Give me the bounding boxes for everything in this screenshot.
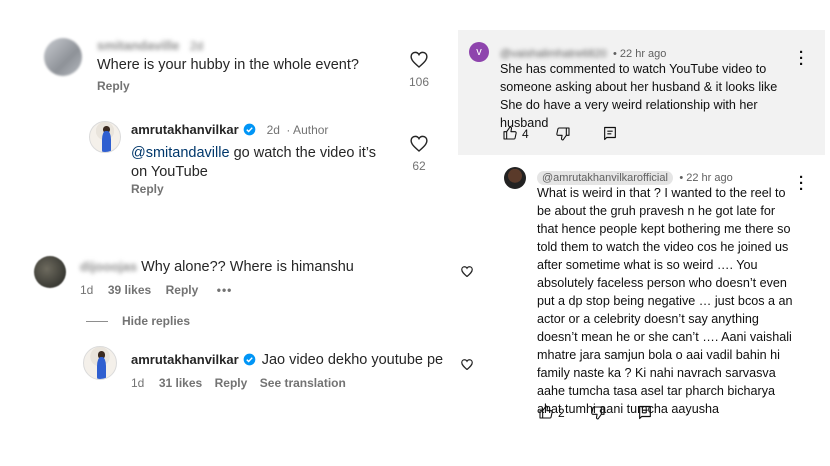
hide-replies-button[interactable]: Hide replies [122, 314, 190, 328]
reply-time: • 22 hr ago [679, 172, 733, 184]
reply-header: amrutakhanvilkar 2d · Author [131, 121, 328, 139]
like-heart-icon[interactable] [410, 51, 428, 73]
like-count: 31 likes [158, 376, 203, 390]
avatar[interactable]: v [469, 42, 489, 62]
like-count: 62 [412, 159, 426, 173]
reply-comment-icon[interactable] [637, 404, 653, 426]
reply-text: What is weird in that ? I wanted to the … [537, 186, 793, 416]
like-thumb-icon[interactable] [502, 125, 518, 146]
like-heart-icon[interactable] [410, 135, 428, 157]
verified-badge-icon [243, 123, 256, 136]
reply-meta: 1d 31 likes Reply See translation [131, 374, 346, 392]
comment-username[interactable]: smitandaville [97, 38, 179, 53]
comment-text: Where is your hubby in the whole event? [97, 57, 359, 73]
more-options-icon[interactable]: ••• [217, 283, 233, 297]
reply-handle[interactable]: @amrutakhanvilkarofficial [537, 171, 673, 185]
comment-username[interactable]: dijooojas [80, 259, 137, 274]
reply-username[interactable]: amrutakhanvilkar [131, 352, 239, 367]
see-translation-button[interactable]: See translation [260, 376, 346, 390]
like-count: 2 [558, 406, 565, 420]
hide-replies-line [86, 321, 108, 322]
more-options-icon[interactable]: · · · [799, 170, 804, 197]
reply-text: amrutakhanvilkar Jao video dekho youtube… [131, 350, 451, 370]
avatar[interactable] [34, 256, 66, 288]
reply-comment-icon[interactable] [602, 125, 618, 147]
reply-time: 2d [266, 123, 280, 137]
comment-time: 1d [80, 283, 94, 297]
like-count: 4 [522, 127, 529, 141]
comment-header: smitandaville 2d [97, 37, 203, 55]
verified-badge-icon [243, 353, 256, 366]
reply-button[interactable]: Reply [166, 283, 199, 297]
avatar[interactable] [44, 38, 82, 76]
reply-username[interactable]: amrutakhanvilkar [131, 122, 239, 137]
reply-time: 1d [131, 376, 145, 390]
like-count: 39 likes [107, 283, 152, 297]
like-thumb-icon[interactable] [538, 404, 554, 425]
comment-text: She has commented to watch YouTube video… [500, 62, 778, 130]
like-heart-icon[interactable] [461, 264, 473, 282]
mention-link[interactable]: @smitandaville [131, 145, 230, 161]
comment-time: 2d [189, 39, 204, 53]
reply-text: @smitandaville go watch the video it’s o… [131, 144, 396, 182]
dislike-thumb-icon[interactable] [555, 126, 571, 147]
comment-handle[interactable]: @vaishalimhatre6820 [500, 48, 607, 60]
like-heart-icon[interactable] [461, 357, 473, 375]
reply-button[interactable]: Reply [97, 79, 130, 93]
comment-body: Why alone?? Where is himanshu [141, 259, 354, 275]
comment-time: • 22 hr ago [613, 48, 667, 60]
avatar[interactable] [83, 346, 117, 380]
avatar[interactable] [504, 167, 526, 189]
reply-button[interactable]: Reply [215, 376, 248, 390]
avatar[interactable] [89, 121, 121, 153]
like-count: 106 [408, 75, 430, 89]
reply-body: Jao video dekho youtube pe [261, 352, 444, 368]
author-tag: · Author [286, 123, 329, 137]
more-options-icon[interactable]: · · · [799, 45, 804, 72]
dislike-thumb-icon[interactable] [590, 405, 606, 426]
reply-button[interactable]: Reply [131, 182, 164, 196]
comment-meta: 1d 39 likes Reply ••• [80, 281, 232, 299]
comment-text: dijooojas Why alone?? Where is himanshu [80, 257, 440, 277]
